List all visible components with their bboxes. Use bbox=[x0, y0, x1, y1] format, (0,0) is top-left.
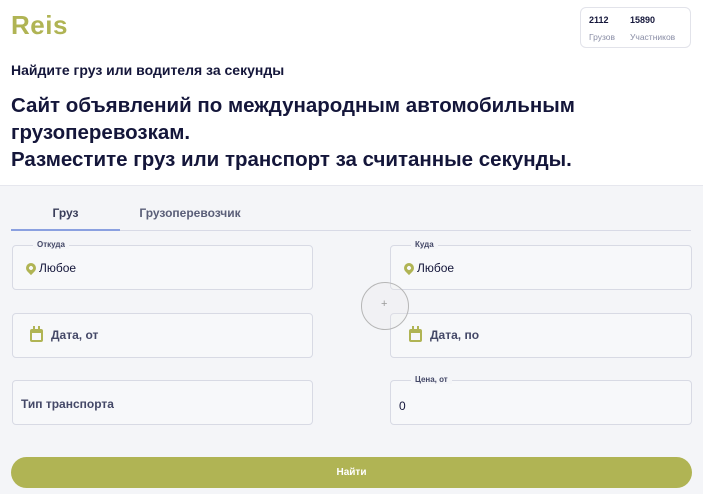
cursor-indicator bbox=[361, 282, 409, 330]
stat-cargo: 2112 Грузов bbox=[589, 15, 615, 42]
date-to-placeholder: Дата, по bbox=[430, 328, 480, 342]
stats-panel: 2112 Грузов 15890 Участников bbox=[580, 7, 691, 48]
tab-cargo[interactable]: Груз bbox=[11, 206, 120, 231]
price-from-field[interactable]: Цена, от 0 bbox=[390, 375, 692, 425]
search-tabs: Груз Грузоперевозчик bbox=[11, 204, 691, 231]
date-to-field[interactable]: Дата, по bbox=[390, 313, 692, 358]
from-field[interactable]: Откуда Любое bbox=[12, 240, 313, 290]
search-button[interactable]: Найти bbox=[11, 457, 692, 488]
site-logo[interactable]: Reis bbox=[11, 10, 68, 41]
tab-carrier[interactable]: Грузоперевозчик bbox=[135, 206, 245, 231]
to-value-text: Любое bbox=[417, 261, 455, 275]
stat-members: 15890 Участников bbox=[630, 15, 675, 42]
transport-type-placeholder: Тип транспорта bbox=[21, 397, 114, 411]
stat-cargo-label: Грузов bbox=[589, 32, 616, 42]
calendar-icon bbox=[409, 325, 422, 342]
hero-heading: Сайт объявлений по международным автомоб… bbox=[11, 92, 575, 173]
stat-members-value: 15890 bbox=[630, 15, 656, 25]
stat-cargo-value: 2112 bbox=[589, 15, 609, 25]
hero-line-1: Сайт объявлений по международным автомоб… bbox=[11, 94, 575, 117]
price-from-legend: Цена, от bbox=[411, 375, 452, 384]
to-value: Любое bbox=[401, 260, 455, 276]
to-legend: Куда bbox=[411, 240, 438, 249]
price-from-value: 0 bbox=[399, 399, 406, 413]
date-to-value: Дата, по bbox=[409, 325, 480, 342]
calendar-icon bbox=[30, 325, 43, 342]
map-pin-icon bbox=[401, 260, 417, 276]
from-value: Любое bbox=[23, 260, 77, 276]
hero-line-3: Разместите груз или транспорт за считанн… bbox=[11, 148, 572, 171]
date-from-placeholder: Дата, от bbox=[51, 328, 99, 342]
stat-members-label: Участников bbox=[630, 32, 676, 42]
map-pin-icon bbox=[23, 260, 39, 276]
hero-line-2: грузоперевозкам. bbox=[11, 121, 191, 144]
from-legend: Откуда bbox=[33, 240, 69, 249]
transport-type-select[interactable]: Тип транспорта bbox=[12, 380, 313, 425]
to-field[interactable]: Куда Любое bbox=[390, 240, 692, 290]
date-from-value: Дата, от bbox=[30, 325, 99, 342]
date-from-field[interactable]: Дата, от bbox=[12, 313, 313, 358]
page-subtitle: Найдите груз или водителя за секунды bbox=[11, 62, 285, 78]
from-value-text: Любое bbox=[39, 261, 77, 275]
